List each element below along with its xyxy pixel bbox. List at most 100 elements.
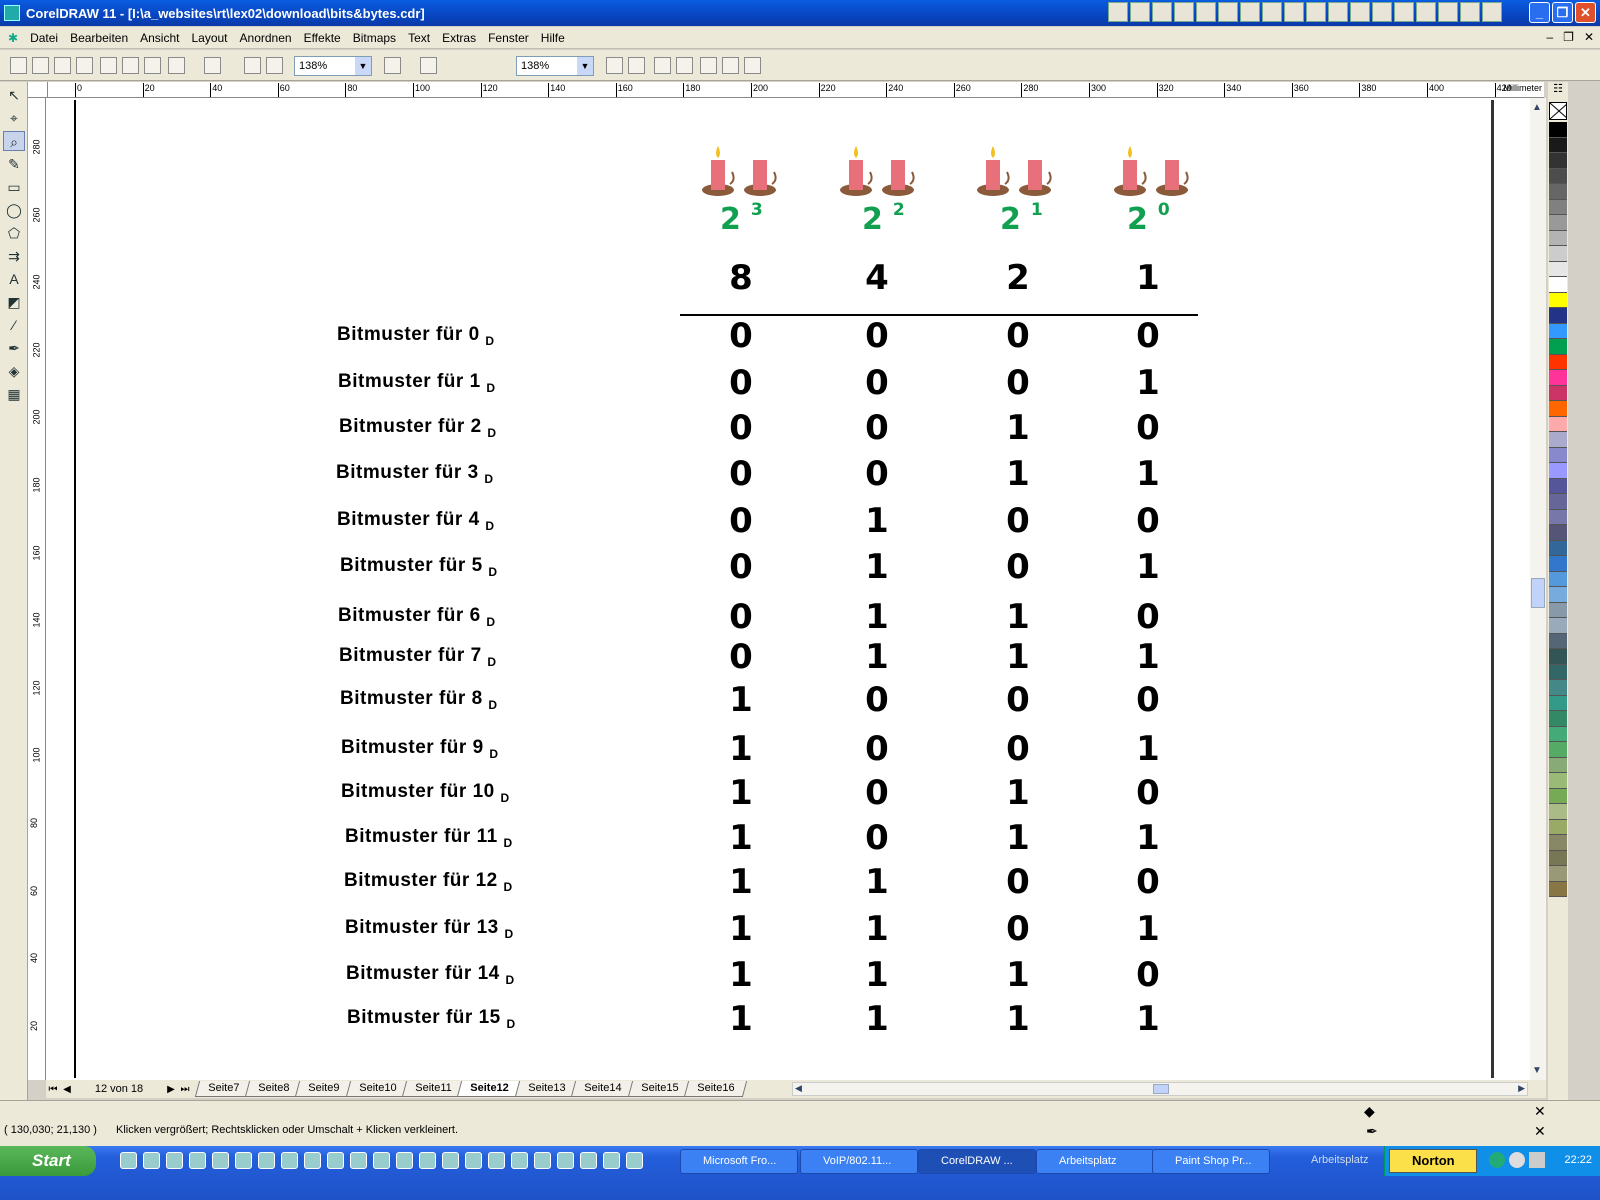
zoom-page-icon[interactable]	[700, 57, 717, 74]
page-tab[interactable]: Seite13	[514, 1081, 579, 1097]
menu-text[interactable]: Text	[408, 29, 430, 47]
ellipse-tool-icon[interactable]: ◯	[3, 200, 25, 220]
color-swatch[interactable]	[1549, 850, 1567, 866]
pick-tool-icon[interactable]: ↖	[3, 85, 25, 105]
color-swatch[interactable]	[1549, 230, 1567, 246]
chevron-down-icon[interactable]: ▼	[577, 57, 593, 75]
zoom-out-icon[interactable]	[628, 57, 645, 74]
color-swatch[interactable]	[1549, 695, 1567, 711]
horizontal-scrollbar[interactable]: ◀ ▶	[792, 1082, 1528, 1096]
color-swatch[interactable]	[1549, 602, 1567, 618]
menu-datei[interactable]: Datei	[30, 29, 58, 47]
color-swatch[interactable]	[1549, 122, 1567, 138]
redo-icon[interactable]	[204, 57, 221, 74]
minimize-button[interactable]: _	[1529, 2, 1550, 23]
zoom-toolbar-select[interactable]: 138% ▼	[516, 56, 594, 76]
zoom-all-objects-icon[interactable]	[676, 57, 693, 74]
quicklaunch-icon[interactable]	[557, 1152, 574, 1169]
freehand-tool-icon[interactable]: ✎	[3, 154, 25, 174]
color-swatch[interactable]	[1549, 184, 1567, 200]
quicklaunch-icon[interactable]	[281, 1152, 298, 1169]
scroll-thumb[interactable]	[1531, 578, 1545, 608]
color-swatch[interactable]	[1549, 525, 1567, 541]
restore-button[interactable]: ❐	[1552, 2, 1573, 23]
color-swatch[interactable]	[1549, 277, 1567, 293]
color-swatch[interactable]	[1549, 819, 1567, 835]
zoom-width-icon[interactable]	[722, 57, 739, 74]
zoom-tool-icon[interactable]: ⌕	[3, 131, 25, 151]
interactive-fill-icon[interactable]: ▦	[3, 384, 25, 404]
color-swatch[interactable]	[1549, 370, 1567, 386]
menu-bitmaps[interactable]: Bitmaps	[353, 29, 396, 47]
horizontal-ruler[interactable]: Millimeter 0 20 40 60 80 100 120 140 160 180 200 22…	[48, 82, 1544, 98]
zoom-selected-icon[interactable]	[654, 57, 671, 74]
page-tab[interactable]: Seite11	[401, 1081, 465, 1097]
quicklaunch-icon[interactable]	[603, 1152, 620, 1169]
rectangle-tool-icon[interactable]: ▭	[3, 177, 25, 197]
start-button[interactable]: Start	[0, 1146, 96, 1176]
color-swatch[interactable]	[1549, 385, 1567, 401]
page-tab[interactable]: Seite7	[194, 1081, 253, 1097]
color-swatch[interactable]	[1549, 571, 1567, 587]
quicklaunch-icon[interactable]	[534, 1152, 551, 1169]
color-swatch[interactable]	[1549, 354, 1567, 370]
page-tab[interactable]: Seite8	[245, 1081, 303, 1097]
quicklaunch-icon[interactable]	[465, 1152, 482, 1169]
quicklaunch-icon[interactable]	[212, 1152, 229, 1169]
app-shortcut-icon[interactable]	[1328, 2, 1348, 22]
chevron-down-icon[interactable]: ▼	[355, 57, 371, 75]
app-shortcut-icon[interactable]	[1130, 2, 1150, 22]
outline-indicator-icon[interactable]: ✒	[1366, 1123, 1378, 1140]
corel-online-icon[interactable]	[420, 57, 437, 74]
color-swatch[interactable]	[1549, 587, 1567, 603]
outline-tool-icon[interactable]: ✒	[3, 338, 25, 358]
color-swatch[interactable]	[1549, 711, 1567, 727]
quicklaunch-icon[interactable]	[442, 1152, 459, 1169]
color-swatch[interactable]	[1549, 168, 1567, 184]
coreldraw-app-icon[interactable]	[4, 5, 20, 21]
menu-bearbeiten[interactable]: Bearbeiten	[70, 29, 128, 47]
undo-icon[interactable]	[168, 57, 185, 74]
color-swatch[interactable]	[1549, 649, 1567, 665]
quicklaunch-icon[interactable]	[258, 1152, 275, 1169]
app-shortcut-icon[interactable]	[1196, 2, 1216, 22]
app-shortcut-icon[interactable]	[1108, 2, 1128, 22]
color-swatch[interactable]	[1549, 540, 1567, 556]
quicklaunch-icon[interactable]	[143, 1152, 160, 1169]
app-shortcut-icon[interactable]	[1482, 2, 1502, 22]
app-shortcut-icon[interactable]	[1394, 2, 1414, 22]
color-swatch[interactable]	[1549, 215, 1567, 231]
color-swatch[interactable]	[1549, 478, 1567, 494]
vertical-scrollbar[interactable]: ▲ ▼	[1530, 98, 1546, 1080]
taskbar-button[interactable]: Arbeitsplatz	[1036, 1149, 1154, 1174]
page-tab[interactable]: Seite14	[571, 1081, 635, 1097]
menu-ansicht[interactable]: Ansicht	[140, 29, 179, 47]
scroll-up-icon[interactable]: ▲	[1532, 102, 1542, 113]
paste-icon[interactable]	[144, 57, 161, 74]
close-button[interactable]: ✕	[1575, 2, 1596, 23]
shape-tool-icon[interactable]: ⌖	[3, 108, 25, 128]
menu-hilfe[interactable]: Hilfe	[541, 29, 565, 47]
page-tab[interactable]: Seite12	[457, 1081, 523, 1097]
save-icon[interactable]	[54, 57, 71, 74]
ruler-origin[interactable]	[28, 82, 48, 98]
quicklaunch-icon[interactable]	[419, 1152, 436, 1169]
network-icon[interactable]	[1489, 1152, 1505, 1168]
first-page-icon[interactable]: ⏮	[46, 1084, 60, 1095]
color-swatch[interactable]	[1549, 757, 1567, 773]
text-tool-icon[interactable]: A	[3, 269, 25, 289]
color-swatch[interactable]	[1549, 261, 1567, 277]
color-swatch[interactable]	[1549, 323, 1567, 339]
quicklaunch-icon[interactable]	[511, 1152, 528, 1169]
menu-extras[interactable]: Extras	[442, 29, 476, 47]
application-launcher-icon[interactable]	[384, 57, 401, 74]
menu-effekte[interactable]: Effekte	[304, 29, 341, 47]
color-swatch[interactable]	[1549, 773, 1567, 789]
color-swatch[interactable]	[1549, 866, 1567, 882]
page-tab[interactable]: Seite15	[627, 1081, 692, 1097]
color-swatch[interactable]	[1549, 137, 1567, 153]
color-swatch[interactable]	[1549, 881, 1567, 897]
menu-fenster[interactable]: Fenster	[488, 29, 529, 47]
page-tab[interactable]: Seite9	[295, 1081, 353, 1097]
quicklaunch-icon[interactable]	[166, 1152, 183, 1169]
